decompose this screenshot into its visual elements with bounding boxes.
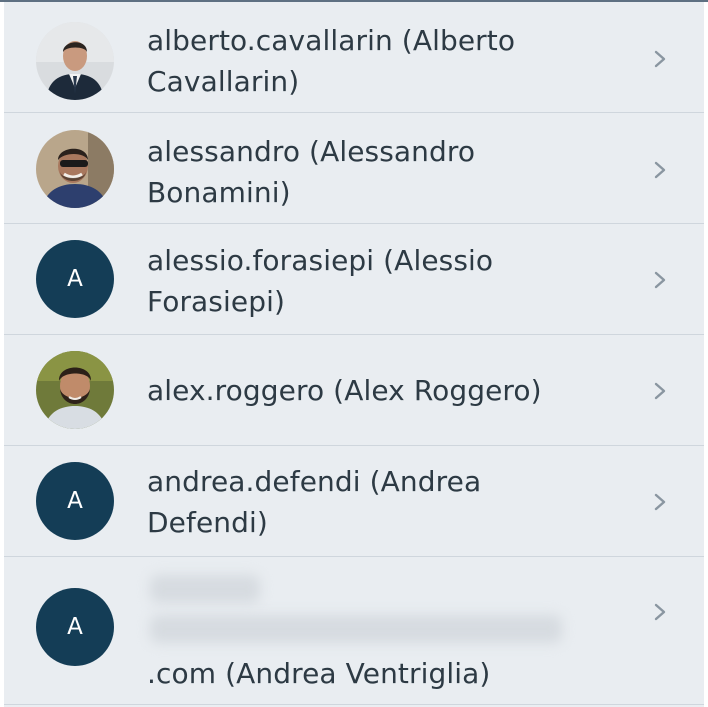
chevron-right-icon [654,382,666,400]
avatar-initial: A [36,588,114,666]
avatar-photo [36,130,114,208]
contact-row-alberto-cavallarin[interactable]: alberto.cavallarin (Alberto Cavallarin) [4,2,704,113]
redacted-text [150,575,260,603]
chevron-right-icon [654,493,666,511]
contact-label: alessio.forasiepi (Alessio Forasiepi) [147,244,494,318]
avatar-photo [36,351,114,429]
chevron-right-icon [654,50,666,68]
contacts-screen: alberto.cavallarin (Alberto Cavallarin) [0,0,708,707]
contact-row-andrea-ventriglia[interactable]: A .com (Andrea Ventriglia) [4,557,704,705]
contact-label: andrea.defendi (Andrea Defendi) [147,465,482,539]
chevron-right-icon [654,271,666,289]
contact-label: alex.roggero (Alex Roggero) [147,374,542,407]
contact-label: .com (Andrea Ventriglia) [147,657,491,690]
avatar-initial: A [36,240,114,318]
avatar-initial: A [36,462,114,540]
contact-list: alberto.cavallarin (Alberto Cavallarin) [4,2,704,705]
contact-label: alessandro (Alessandro Bonamini) [147,135,476,209]
contact-row-andrea-defendi[interactable]: A andrea.defendi (Andrea Defendi) [4,446,704,557]
avatar-photo [36,22,114,100]
right-edge [704,2,708,707]
contact-label: alberto.cavallarin (Alberto Cavallarin) [147,24,516,98]
redacted-text [150,615,562,643]
contact-row-alessandro-bonamini[interactable]: alessandro (Alessandro Bonamini) [4,113,704,224]
chevron-right-icon [654,161,666,179]
contact-row-alex-roggero[interactable]: alex.roggero (Alex Roggero) [4,335,704,446]
contact-row-alessio-forasiepi[interactable]: A alessio.forasiepi (Alessio Forasiepi) [4,224,704,335]
chevron-right-icon [654,603,666,621]
